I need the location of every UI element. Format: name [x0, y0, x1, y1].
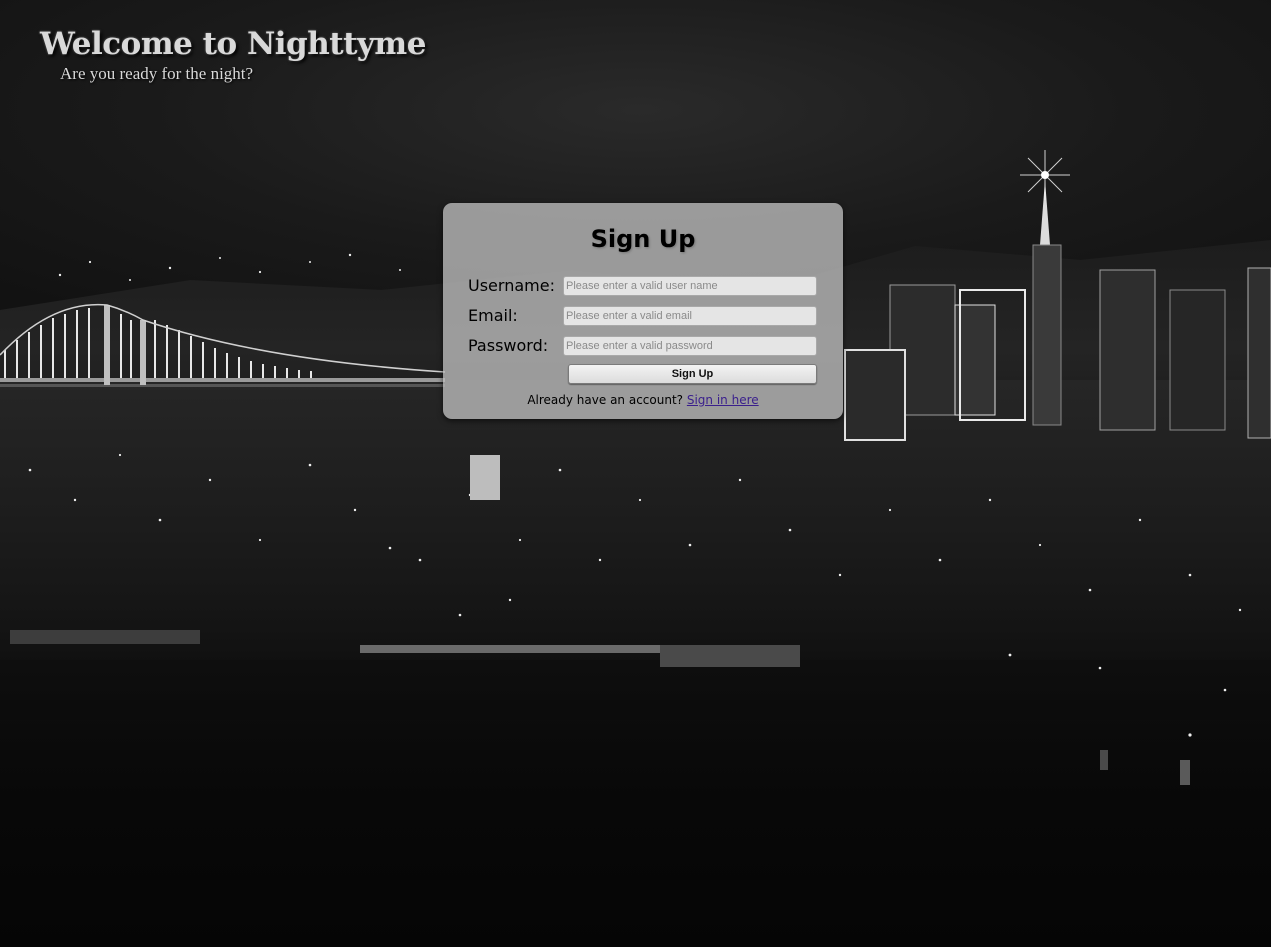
password-input[interactable] [563, 336, 817, 356]
username-row: Username: [468, 276, 820, 298]
username-input[interactable] [563, 276, 817, 296]
city-lights-overlay [10, 253, 1242, 785]
brand-header: Welcome to Nighttyme Are you ready for t… [40, 26, 426, 84]
signin-link[interactable]: Sign in here [687, 393, 759, 407]
site-title: Welcome to Nighttyme [40, 26, 426, 62]
username-label: Username: [468, 276, 555, 295]
site-tagline: Are you ready for the night? [60, 64, 254, 83]
signin-prompt-row: Already have an account? Sign in here [443, 393, 843, 407]
signin-prompt-text: Already have an account? [527, 393, 684, 407]
email-input[interactable] [563, 306, 817, 326]
signup-title: Sign Up [590, 225, 696, 253]
password-label: Password: [468, 336, 549, 355]
email-label: Email: [468, 306, 518, 325]
page-background: Welcome to Nighttyme Are you ready for t… [0, 0, 1271, 947]
email-row: Email: [468, 306, 820, 328]
signup-panel: Sign Up Username: Email: Password: Sign … [443, 203, 843, 419]
signup-button[interactable]: Sign Up [568, 364, 817, 384]
password-row: Password: [468, 336, 820, 358]
